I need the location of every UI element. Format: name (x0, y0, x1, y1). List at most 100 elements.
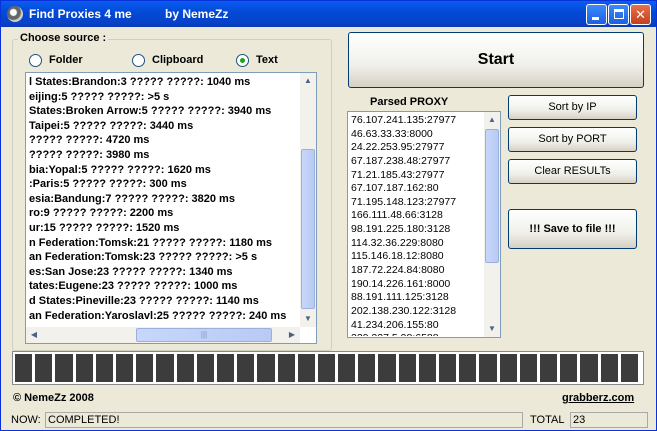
radio-clipboard-label: Clipboard (152, 54, 204, 66)
proxy-vertical-thumb[interactable] (485, 129, 499, 263)
close-icon: ✕ (635, 7, 646, 22)
proxy-scroll-up-icon[interactable]: ▲ (484, 112, 500, 128)
source-text-area[interactable]: l States:Brandon:3 ????? ?????: 1040 ms e… (25, 72, 317, 344)
log-line: d States:Pineville:23 ????? ?????: 1140 … (29, 294, 259, 307)
proxy-item[interactable]: 71.195.148.123:27977 (351, 196, 485, 210)
progress-segment (600, 354, 618, 382)
progress-segment (115, 354, 134, 382)
window-author: by NemeZz (165, 7, 229, 21)
log-line: :Paris:5 ????? ?????: 300 ms (29, 178, 187, 191)
sort-by-ip-button[interactable]: Sort by IP (508, 95, 637, 120)
progress-segment (378, 354, 396, 382)
save-to-file-button[interactable]: !!! Save to file !!! (508, 209, 637, 249)
status-now-value: COMPLETED! (45, 412, 523, 428)
close-button[interactable]: ✕ (630, 4, 651, 25)
progress-segment (176, 354, 194, 382)
proxy-item[interactable]: 202.138.230.122:3128 (351, 305, 485, 319)
proxy-item[interactable]: 71.21.185.43:27977 (351, 169, 485, 183)
progress-segment (277, 354, 295, 382)
proxy-lines: 76.107.241.135:27977 46.63.33.33:8000 24.2… (351, 114, 485, 336)
log-lines: l States:Brandon:3 ????? ?????: 1040 ms e… (29, 75, 299, 325)
log-line: tates:Eugene:23 ????? ?????: 1000 ms (29, 280, 238, 293)
progress-segment (418, 354, 437, 382)
sort-by-port-button[interactable]: Sort by PORT (508, 127, 637, 152)
radio-clipboard[interactable]: Clipboard (132, 53, 203, 67)
progress-segment (560, 354, 578, 382)
website-link[interactable]: grabberz.com (562, 392, 634, 404)
progress-segment (439, 354, 457, 382)
proxy-vertical-scrollbar[interactable]: ▲ ▼ (484, 112, 500, 337)
progress-segment (479, 354, 497, 382)
progress-segment (620, 354, 638, 382)
log-line: ur:15 ????? ?????: 1520 ms (29, 221, 180, 234)
progress-segment (338, 354, 356, 382)
proxy-item[interactable]: 190.14.226.161:8000 (351, 278, 485, 292)
proxy-item[interactable]: 187.72.224.84:8080 (351, 264, 485, 278)
progress-segment (540, 354, 558, 382)
log-line: l States:Brandon:3 ????? ?????: 1040 ms (29, 76, 251, 88)
proxy-item[interactable]: 24.22.253.95:27977 (351, 141, 485, 155)
log-line: es:San Jose:23 ????? ?????: 1340 ms (29, 265, 233, 278)
log-vertical-thumb[interactable] (301, 149, 315, 309)
progress-segment (35, 354, 53, 382)
start-button[interactable]: Start (348, 32, 644, 88)
log-line: ????? ?????: 4720 ms (29, 134, 150, 147)
progress-segment (499, 354, 517, 382)
progress-segment (75, 354, 93, 382)
app-icon[interactable] (7, 6, 23, 22)
proxy-item[interactable]: 67.107.187.162:80 (351, 182, 485, 196)
proxy-item[interactable]: 115.146.18.12:8080 (351, 250, 485, 264)
proxy-item[interactable]: 67.187.238.48:27977 (351, 155, 485, 169)
scroll-left-icon[interactable]: ◀ (26, 327, 42, 343)
log-horizontal-thumb[interactable]: ||| (136, 328, 272, 342)
scroll-down-icon[interactable]: ▼ (300, 311, 316, 327)
progress-segment (95, 354, 113, 382)
progress-segment (580, 354, 598, 382)
status-total-value: 23 (570, 412, 648, 428)
minimize-icon (592, 17, 599, 20)
progress-bar (12, 351, 644, 385)
proxy-item[interactable]: 98.191.225.180:3128 (351, 223, 485, 237)
log-line: ro:9 ????? ?????: 2200 ms (29, 207, 174, 220)
radio-text[interactable]: Text (236, 53, 278, 67)
proxy-item[interactable]: 220.227.5.98:6588 (351, 332, 485, 336)
status-total-label: TOTAL (530, 414, 565, 426)
proxy-item[interactable]: 166.111.48.66:3128 (351, 209, 485, 223)
scroll-up-icon[interactable]: ▲ (300, 73, 316, 89)
log-line: an Federation:Tomsk:23 ????? ?????: >5 s (29, 251, 258, 264)
maximize-button[interactable] (608, 4, 629, 25)
minimize-button[interactable] (586, 4, 607, 25)
status-bar: NOW: COMPLETED! TOTAL 23 (1, 410, 656, 430)
radio-clipboard-dot[interactable] (132, 53, 145, 67)
log-line: eijing:5 ????? ?????: >5 s (29, 90, 170, 103)
log-line: States:Broken Arrow:5 ????? ?????: 3940 … (29, 105, 272, 118)
maximize-icon (614, 9, 624, 19)
log-horizontal-scrollbar[interactable]: ◀ ||| ▶ (26, 327, 300, 343)
title-bar[interactable]: Find Proxies 4 me by NemeZz ✕ (1, 1, 656, 27)
radio-text-dot[interactable] (236, 53, 249, 67)
scroll-right-icon[interactable]: ▶ (284, 327, 300, 343)
proxy-list[interactable]: 76.107.241.135:27977 46.63.33.33:8000 24.2… (347, 111, 501, 338)
clear-results-button[interactable]: Clear RESULTs (508, 159, 637, 184)
proxy-scroll-down-icon[interactable]: ▼ (484, 321, 500, 337)
radio-text-label: Text (256, 54, 278, 66)
progress-segment (459, 354, 477, 382)
proxy-item[interactable]: 46.63.33.33:8000 (351, 128, 485, 142)
progress-segment (257, 354, 275, 382)
window-title: Find Proxies 4 me (29, 7, 132, 21)
radio-folder[interactable]: Folder (29, 53, 83, 67)
source-group-label: Choose source : (18, 32, 109, 44)
proxy-item[interactable]: 114.32.36.229:8080 (351, 237, 485, 251)
progress-segment (358, 354, 376, 382)
proxy-item[interactable]: 88.191.111.125:3128 (351, 291, 485, 305)
progress-segment (136, 354, 154, 382)
log-line: an Federation:Yaroslavl:25 ????? ?????: … (29, 309, 287, 322)
proxy-item[interactable]: 41.234.206.155:80 (351, 319, 485, 333)
radio-folder-dot[interactable] (29, 53, 42, 67)
log-line: Taipei:5 ????? ?????: 3440 ms (29, 119, 194, 132)
progress-segment (317, 354, 336, 382)
proxy-item[interactable]: 76.107.241.135:27977 (351, 114, 485, 128)
progress-segment (216, 354, 235, 382)
log-vertical-scrollbar[interactable]: ▲ ▼ (300, 73, 316, 327)
status-now-label: NOW: (11, 414, 41, 426)
